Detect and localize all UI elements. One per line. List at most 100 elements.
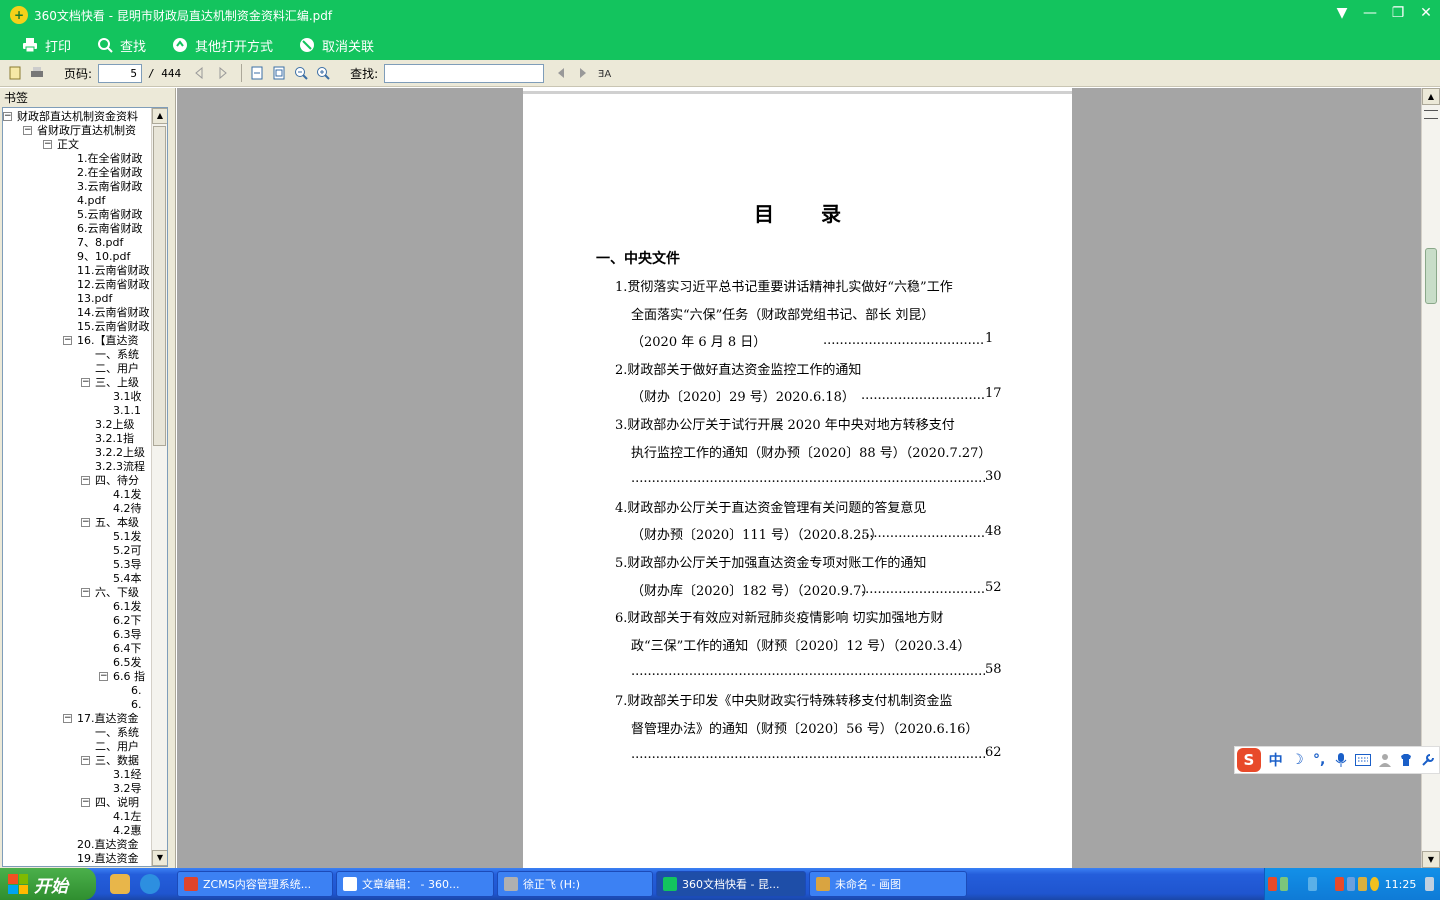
sogou-logo-icon[interactable]: S bbox=[1237, 748, 1261, 772]
tree-item[interactable]: 2.在全省财政 bbox=[77, 166, 151, 180]
tray-volume-icon[interactable] bbox=[1358, 877, 1367, 891]
toc-entry-text[interactable]: （财办〔2020〕29 号）2020.6.18） bbox=[631, 386, 855, 405]
taskbar-task-button[interactable]: ZCMS内容管理系统... bbox=[177, 871, 333, 897]
start-button[interactable]: 开始 bbox=[0, 868, 96, 900]
tree-item[interactable]: 5.云南省财政 bbox=[77, 208, 151, 222]
next-page-icon[interactable] bbox=[213, 64, 231, 82]
tree-toggle-icon[interactable]: − bbox=[99, 672, 108, 681]
tree-item[interactable]: 六、下级 bbox=[95, 586, 151, 600]
tree-item[interactable]: 3.1经 bbox=[113, 768, 151, 782]
wrench-icon[interactable] bbox=[1417, 749, 1439, 771]
tree-item[interactable]: 四、说明 bbox=[95, 796, 151, 810]
moon-icon[interactable]: ☽ bbox=[1287, 749, 1309, 771]
tree-item[interactable]: 正文 bbox=[57, 138, 151, 152]
tree-toggle-icon[interactable]: − bbox=[63, 714, 72, 723]
tree-item[interactable]: 17.直达资金 bbox=[77, 712, 151, 726]
tray-security-icon[interactable] bbox=[1335, 877, 1344, 891]
microphone-icon[interactable] bbox=[1330, 749, 1352, 771]
tray-360-icon[interactable] bbox=[1369, 877, 1379, 891]
tree-item[interactable]: 19.直达资金 bbox=[77, 852, 151, 866]
tree-item[interactable]: 12.云南省财政 bbox=[77, 278, 151, 292]
tree-scroll-thumb[interactable] bbox=[153, 126, 166, 446]
text-options-icon[interactable]: ƎA bbox=[596, 64, 614, 82]
tree-item[interactable]: 财政部直达机制资金资料 bbox=[17, 110, 151, 124]
toc-entry-text[interactable]: 7.财政部关于印发《中央财政实行特殊转移支付机制资金监 bbox=[615, 690, 952, 709]
menu-dropdown-button[interactable]: ▼ bbox=[1328, 0, 1356, 26]
tree-item[interactable]: 三、上级 bbox=[95, 376, 151, 390]
tree-item[interactable]: 三、数据 bbox=[95, 754, 151, 768]
toc-entry-text[interactable]: 5.财政部办公厅关于加强直达资金专项对账工作的通知 bbox=[615, 552, 926, 571]
toc-page-number[interactable]: 30 bbox=[985, 469, 1002, 484]
tree-item[interactable]: 3.2.3流程 bbox=[95, 460, 151, 474]
tree-item[interactable]: 9、10.pdf bbox=[77, 250, 151, 264]
toc-entry-text[interactable]: 政“三保”工作的通知（财预〔2020〕12 号）（2020.3.4） bbox=[631, 635, 970, 654]
maximize-button[interactable]: ❐ bbox=[1384, 0, 1412, 26]
tree-item[interactable]: 5.1发 bbox=[113, 530, 151, 544]
toc-entry-text[interactable]: 督管理办法》的通知（财预〔2020〕56 号）（2020.6.16） bbox=[631, 718, 978, 737]
bookmark-panel-icon[interactable] bbox=[6, 64, 24, 82]
tray-ime-icon[interactable] bbox=[1268, 877, 1277, 891]
tree-item[interactable]: 6.5发 bbox=[113, 656, 151, 670]
tree-item[interactable]: 5.4本 bbox=[113, 572, 151, 586]
toc-page-number[interactable]: 17 bbox=[985, 386, 1002, 401]
toc-page-number[interactable]: 62 bbox=[985, 745, 1002, 760]
tree-item[interactable]: 4.2待 bbox=[113, 502, 151, 516]
scroll-thumb[interactable] bbox=[1425, 248, 1437, 304]
tree-item[interactable]: 6.1发 bbox=[113, 600, 151, 614]
tree-toggle-icon[interactable]: − bbox=[81, 378, 90, 387]
toc-entry-text[interactable]: 全面落实“六保”任务（财政部党组书记、部长 刘昆） bbox=[631, 304, 934, 323]
tree-item[interactable]: 6. bbox=[131, 684, 151, 698]
tree-item[interactable]: 6.4下 bbox=[113, 642, 151, 656]
tree-scroll-down-icon[interactable]: ▼ bbox=[152, 850, 167, 866]
scroll-up-icon[interactable]: ▲ bbox=[1422, 88, 1440, 105]
minimize-button[interactable]: — bbox=[1356, 0, 1384, 26]
toc-entry-text[interactable]: （2020 年 6 月 8 日） bbox=[631, 331, 766, 350]
toc-page-number[interactable]: 58 bbox=[985, 662, 1002, 677]
tree-scrollbar[interactable]: ▲ ▼ bbox=[151, 108, 167, 866]
tree-item[interactable]: 3.2导 bbox=[113, 782, 151, 796]
punctuation-icon[interactable]: °, bbox=[1308, 749, 1330, 771]
tree-item[interactable]: 4.1左 bbox=[113, 810, 151, 824]
toc-entry-text[interactable]: 4.财政部办公厅关于直达资金管理有关问题的答复意见 bbox=[615, 497, 926, 516]
tree-item[interactable]: 3.2.1指 bbox=[95, 432, 151, 446]
tree-item[interactable]: 14.云南省财政 bbox=[77, 306, 151, 320]
taskbar-task-button[interactable]: 文章编辑： - 360... bbox=[336, 871, 494, 897]
fit-width-icon[interactable] bbox=[248, 64, 266, 82]
toc-entry-text[interactable]: 3.财政部办公厅关于试行开展 2020 年中央对地方转移支付 bbox=[615, 414, 955, 433]
tree-item[interactable]: 6.2下 bbox=[113, 614, 151, 628]
unlink-button[interactable]: 取消关联 bbox=[299, 36, 374, 55]
tree-item[interactable]: 11.云南省财政 bbox=[77, 264, 151, 278]
quicklaunch-app-icon[interactable] bbox=[110, 874, 130, 894]
tree-item[interactable]: 3.2上级 bbox=[95, 418, 151, 432]
tree-item[interactable]: 5.3导 bbox=[113, 558, 151, 572]
tree-item[interactable]: 3.1收 bbox=[113, 390, 151, 404]
tree-item[interactable]: 四、待分 bbox=[95, 474, 151, 488]
open-with-button[interactable]: 其他打开方式 bbox=[172, 36, 273, 55]
toc-entry-text[interactable]: 2.财政部关于做好直达资金监控工作的通知 bbox=[615, 359, 861, 378]
toc-page-number[interactable]: 48 bbox=[985, 524, 1002, 539]
tree-item[interactable]: 6.3导 bbox=[113, 628, 151, 642]
tree-item[interactable]: 4.pdf bbox=[77, 194, 151, 208]
keyboard-icon[interactable] bbox=[1352, 749, 1374, 771]
tree-item[interactable]: 3.1.1 bbox=[113, 404, 151, 418]
tree-item[interactable]: 1.在全省财政 bbox=[77, 152, 151, 166]
close-button[interactable]: ✕ bbox=[1412, 0, 1440, 26]
tree-toggle-icon[interactable]: − bbox=[81, 588, 90, 597]
tree-item[interactable]: 6. bbox=[131, 698, 151, 712]
search-next-icon[interactable] bbox=[574, 64, 592, 82]
toc-page-number[interactable]: 52 bbox=[985, 580, 1002, 595]
tree-item[interactable]: 7、8.pdf bbox=[77, 236, 151, 250]
user-icon[interactable] bbox=[1374, 749, 1396, 771]
tray-desktop-icon[interactable] bbox=[1425, 877, 1434, 891]
tree-item[interactable]: 6.云南省财政 bbox=[77, 222, 151, 236]
tree-item[interactable]: 4.2惠 bbox=[113, 824, 151, 838]
tree-toggle-icon[interactable]: − bbox=[63, 336, 72, 345]
tray-battery-icon[interactable] bbox=[1279, 877, 1289, 891]
toc-entry-text[interactable]: 1.贯彻落实习近平总书记重要讲话精神扎实做好“六稳”工作 bbox=[615, 276, 953, 295]
toc-entry-text[interactable]: （财办预〔2020〕111 号）（2020.8.25） bbox=[631, 524, 883, 543]
fit-page-icon[interactable] bbox=[270, 64, 288, 82]
tree-item[interactable]: 6.6 指 bbox=[113, 670, 151, 684]
tree-toggle-icon[interactable]: − bbox=[3, 112, 12, 121]
tree-item[interactable]: 13.pdf bbox=[77, 292, 151, 306]
taskbar-task-button[interactable]: 徐正飞 (H:) bbox=[497, 871, 653, 897]
